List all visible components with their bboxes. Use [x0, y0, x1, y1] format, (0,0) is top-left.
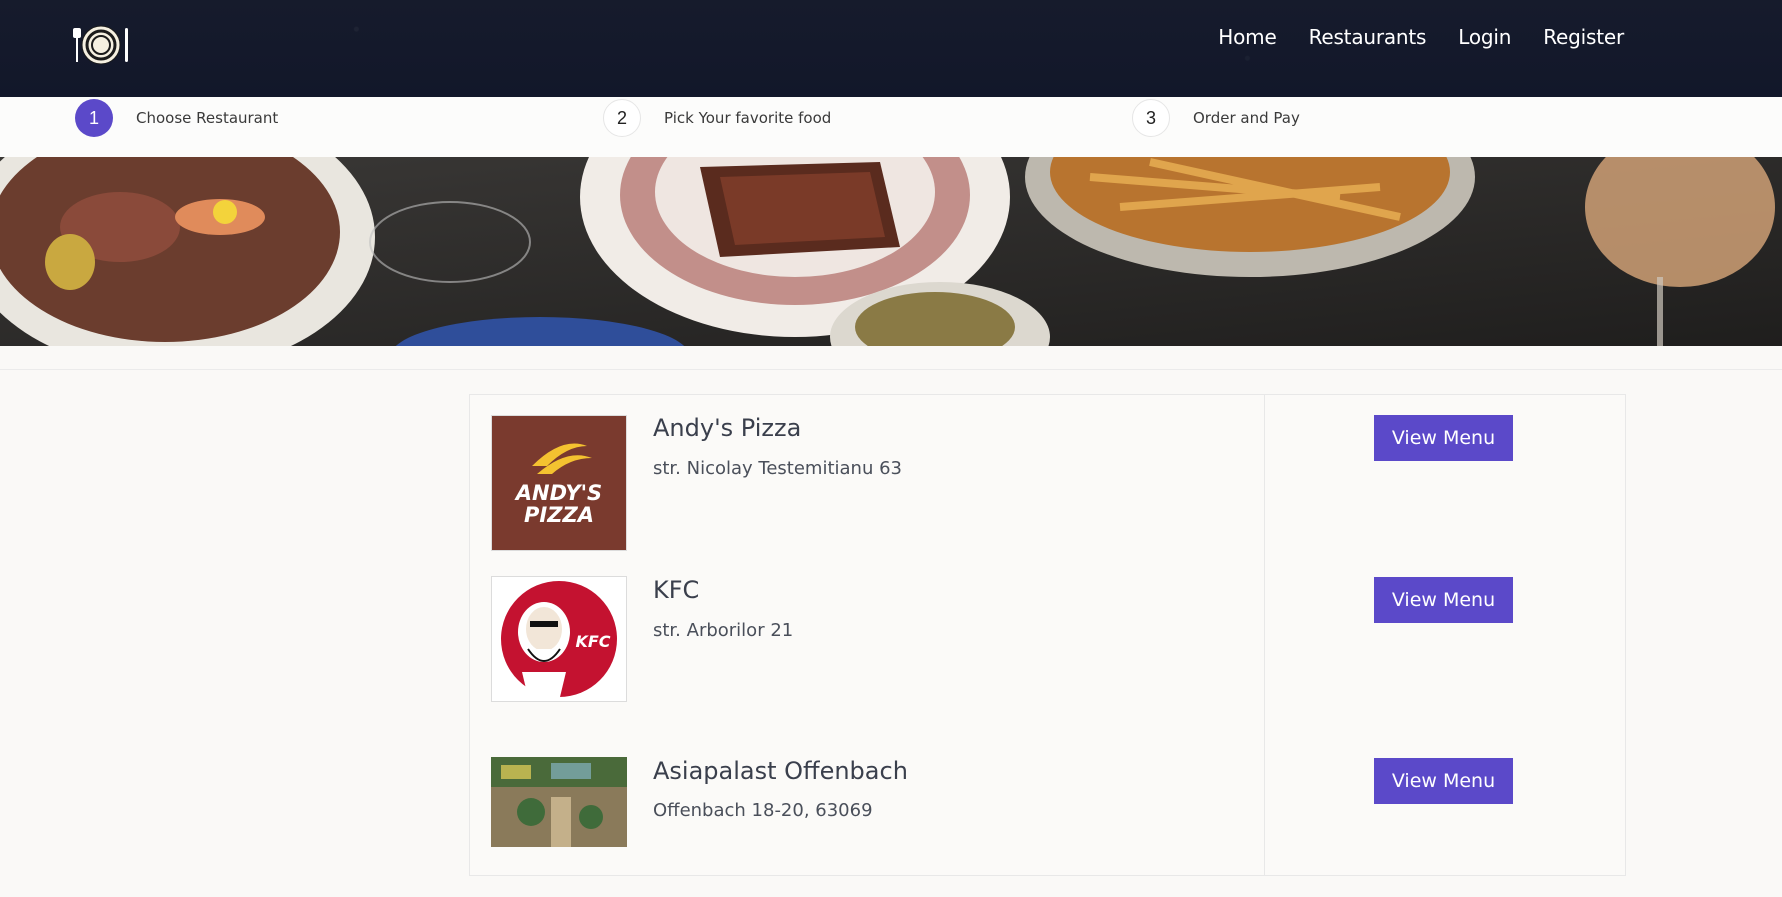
- asiapalast-photo-image: [491, 757, 627, 847]
- nav-login[interactable]: Login: [1458, 24, 1511, 50]
- order-steps: 1 Choose Restaurant 2 Pick Your favorite…: [0, 97, 1782, 158]
- top-navbar: Home Restaurants Login Register: [0, 0, 1782, 97]
- restaurant-row: KFC KFC str. Arborilor 21 View Menu: [470, 576, 1625, 716]
- andys-pizza-logo-image: ANDY'S PIZZA: [492, 416, 626, 550]
- view-menu-button[interactable]: View Menu: [1374, 758, 1513, 804]
- plate-cutlery-icon[interactable]: [73, 24, 131, 66]
- restaurant-name: KFC: [653, 576, 700, 604]
- main-nav: Home Restaurants Login Register: [1218, 24, 1624, 50]
- step-order-pay: 3 Order and Pay: [1132, 99, 1300, 137]
- nav-register[interactable]: Register: [1543, 24, 1624, 50]
- step-pick-food: 2 Pick Your favorite food: [603, 99, 831, 137]
- svg-text:PIZZA: PIZZA: [524, 503, 594, 527]
- nav-home[interactable]: Home: [1218, 24, 1276, 50]
- view-menu-button[interactable]: View Menu: [1374, 415, 1513, 461]
- restaurant-address: str. Arborilor 21: [653, 620, 794, 641]
- restaurant-list: ANDY'S PIZZA Andy's Pizza str. Nicolay T…: [469, 394, 1626, 876]
- restaurant-name: Andy's Pizza: [653, 414, 802, 442]
- step-number: 3: [1132, 99, 1170, 137]
- step-label: Pick Your favorite food: [664, 109, 832, 127]
- section-divider: [0, 369, 1782, 370]
- hero-food-banner: [0, 157, 1782, 346]
- step-label: Choose Restaurant: [136, 109, 279, 127]
- restaurant-logo: KFC: [491, 576, 627, 702]
- nav-restaurants[interactable]: Restaurants: [1309, 24, 1427, 50]
- food-photo-image: [0, 157, 1782, 346]
- view-menu-button[interactable]: View Menu: [1374, 577, 1513, 623]
- restaurant-address: Offenbach 18-20, 63069: [653, 800, 873, 821]
- restaurant-name: Asiapalast Offenbach: [653, 757, 908, 785]
- restaurant-logo: [491, 757, 627, 847]
- step-number: 1: [75, 99, 113, 137]
- step-label: Order and Pay: [1193, 109, 1300, 127]
- restaurant-row: Asiapalast Offenbach Offenbach 18-20, 63…: [470, 757, 1625, 897]
- step-choose-restaurant: 1 Choose Restaurant: [75, 99, 278, 137]
- kfc-logo-image: KFC: [492, 577, 626, 701]
- svg-text:KFC: KFC: [575, 632, 610, 651]
- restaurant-address: str. Nicolay Testemitianu 63: [653, 458, 902, 479]
- restaurant-logo: ANDY'S PIZZA: [491, 415, 627, 551]
- svg-text:ANDY'S: ANDY'S: [514, 481, 602, 505]
- restaurant-row: ANDY'S PIZZA Andy's Pizza str. Nicolay T…: [470, 395, 1625, 551]
- step-number: 2: [603, 99, 641, 137]
